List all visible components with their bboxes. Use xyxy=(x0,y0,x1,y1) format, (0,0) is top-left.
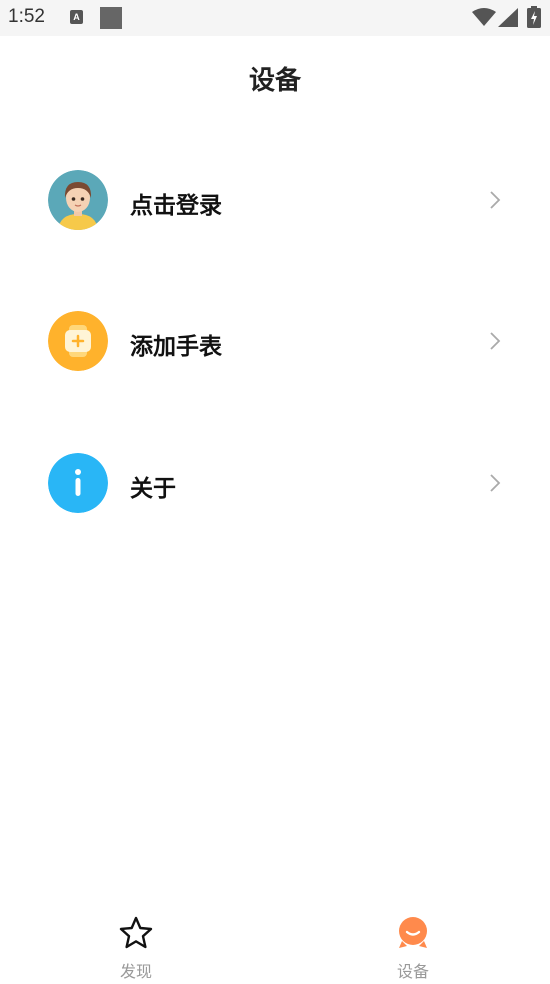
add-watch-row[interactable]: 添加手表 xyxy=(0,301,550,381)
tab-device-label: 设备 xyxy=(396,962,429,981)
chevron-right-icon xyxy=(490,191,501,209)
page-title: 设备 xyxy=(248,66,301,96)
chevron-right-icon xyxy=(490,332,501,350)
login-row[interactable]: 点击登录 xyxy=(0,160,550,240)
star-icon xyxy=(119,916,153,949)
notification-square-icon xyxy=(100,7,122,29)
signal-icon xyxy=(498,8,518,27)
info-icon xyxy=(48,453,108,513)
tab-discover[interactable]: 发现 xyxy=(76,905,196,984)
status-bar: 1:52 A xyxy=(0,0,550,36)
add-watch-label: 添加手表 xyxy=(130,334,222,360)
wifi-icon xyxy=(472,8,496,26)
bottom-nav: 发现 设备 xyxy=(0,905,550,984)
add-watch-icon xyxy=(48,311,108,371)
about-row[interactable]: 关于 xyxy=(0,443,550,523)
about-label: 关于 xyxy=(130,476,176,502)
battery-charging-icon xyxy=(527,6,541,28)
tab-device[interactable]: 设备 xyxy=(353,905,473,984)
device-icon xyxy=(399,917,427,948)
notification-a-icon: A xyxy=(70,10,83,24)
device-screen: 1:52 A 设备 点击登录 添加手表 关于 发现 设备 xyxy=(0,0,550,984)
chevron-right-icon xyxy=(490,474,501,492)
status-time: 1:52 xyxy=(8,6,45,27)
login-label: 点击登录 xyxy=(130,193,222,219)
avatar-icon xyxy=(48,170,108,230)
tab-discover-label: 发现 xyxy=(119,962,152,981)
